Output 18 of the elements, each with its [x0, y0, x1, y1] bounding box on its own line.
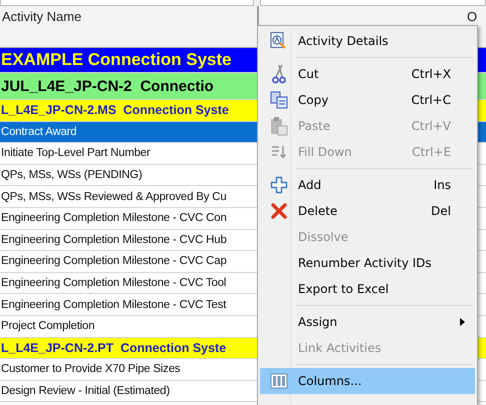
menu-item-label: Fill Down [298, 145, 352, 159]
shortcut-label: Ctrl+V [411, 119, 451, 133]
clipboard-icon [270, 116, 288, 136]
scissors-icon [272, 64, 286, 84]
plus-icon [270, 176, 288, 194]
menu-item-label: Link Activities [298, 341, 382, 355]
shortcut-label: Ctrl+E [412, 145, 451, 159]
menu-item-label: Assign [298, 315, 338, 329]
menu-item-label: Activity Details [298, 34, 388, 48]
menu-item-label: Export to Excel [298, 282, 389, 296]
menu-item-label: Renumber Activity IDs [298, 256, 432, 270]
menu-item-label: Paste [298, 119, 330, 133]
delete-icon [271, 203, 287, 219]
fill-down-icon [271, 145, 287, 159]
menu-item[interactable]: Columns... [260, 368, 475, 394]
columns-icon [270, 373, 288, 389]
copy-icon [270, 91, 288, 109]
menu-item-label: Dissolve [298, 230, 348, 244]
